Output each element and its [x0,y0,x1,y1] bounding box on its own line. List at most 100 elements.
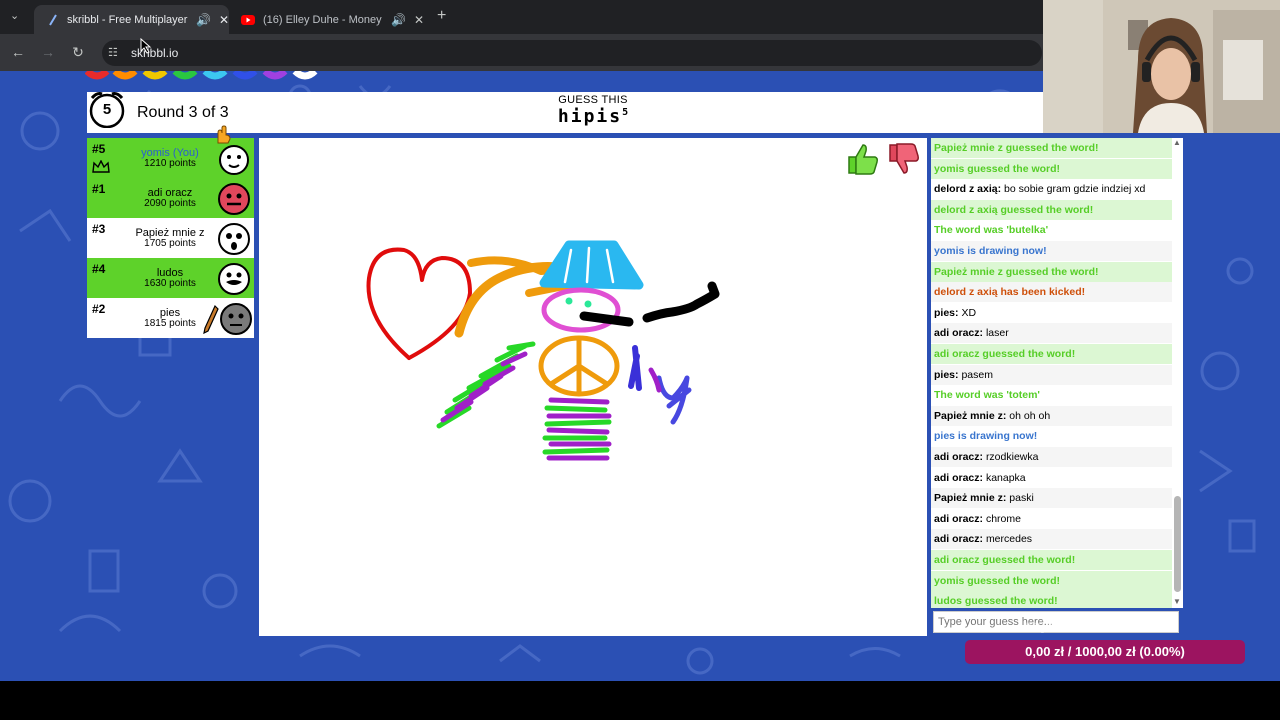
chat-text: paski [1009,492,1034,505]
tab-title: skribbl - Free Multiplayer D [67,13,188,26]
player-points: 1705 points [144,238,196,249]
player-avatar [218,183,250,215]
chat-message: delord z axią: bo sobie gram gdzie indzi… [931,179,1173,200]
tab-search-icon[interactable]: ⌄ [10,9,19,22]
chat-system-text: The word was 'totem' [934,389,1040,402]
chat-text: rzodkiewka [985,451,1039,463]
tab-skribbl[interactable]: skribbl - Free Multiplayer D 🔊 ✕ [34,5,229,34]
thumbs-down-icon[interactable] [886,141,922,177]
player-list: #5 yomis (You) 1210 points #1 adi oracz … [87,138,254,338]
chat-message: Papież mnie z guessed the word! [931,138,1173,158]
drawing-canvas[interactable] [259,138,927,636]
chat-message: pies: XD [931,302,1173,323]
chat-message: yomis is drawing now! [931,241,1173,261]
word-text: hipis [557,106,623,127]
guess-label: GUESS THIS [558,94,628,106]
chat-message: ludos guessed the word! [931,591,1173,608]
chat-system-text: adi oracz guessed the word! [934,554,1076,566]
skribbl-logo [85,71,318,80]
mouse-cursor-icon [140,38,152,54]
player-points: 1630 points [144,278,196,289]
player-row[interactable]: #4 ludos 1630 points [87,258,254,298]
address-bar[interactable] [102,40,1042,66]
chat-system-text: ludos guessed the word! [934,595,1058,608]
chat-author: adi oracz: [934,533,984,546]
chat-message: adi oracz: chrome [931,508,1173,529]
chat-author: delord z axią: [934,183,1002,196]
player-rank: #5 [92,142,106,156]
crown-icon [92,160,110,173]
chat-author: Papież mnie z: [934,492,1007,505]
chat-message: pies is drawing now! [931,426,1173,447]
chat-message: The word was 'totem' [931,385,1173,406]
chat-message: Papież mnie z: paski [931,488,1173,509]
webcam-image [1043,0,1280,133]
player-avatar [218,263,250,295]
chat-author: adi oracz: [934,327,984,340]
chat-author: adi oracz: [934,471,984,484]
player-rank: #2 [92,302,106,316]
chat-text: kanapka [985,471,1026,484]
chat-system-text: adi oracz guessed the word! [934,348,1076,360]
stream-overlay-text: najedzenie [1024,617,1101,633]
tab-youtube[interactable]: (16) Elley Duhe - Money On 🔊 ✕ [229,5,424,34]
player-row[interactable]: #1 adi oracz 2090 points [87,178,254,218]
chat-text: XD [961,306,977,319]
player-avatar [220,303,252,335]
chat-message: adi oracz guessed the word! [931,344,1173,364]
skribbl-favicon-icon [46,13,59,27]
chat-message: adi oracz: mercedes [931,529,1173,550]
close-icon[interactable]: ✕ [219,13,229,27]
scroll-down-icon[interactable]: ▼ [1173,597,1181,606]
player-rank: #1 [92,182,106,196]
chat-system-text: yomis guessed the word! [934,574,1061,587]
chat-message: pies: pasem [931,364,1173,385]
chat-author: pies: [934,306,959,319]
reload-icon[interactable]: ↻ [68,44,88,61]
drawing [366,240,720,461]
word-hint: hipis5 [540,106,646,127]
back-icon[interactable]: ← [8,44,28,60]
chat-text: pasem [961,368,993,381]
webcam-overlay [1043,0,1280,133]
chat-text: bo sobie gram gdzie indziej xd [1004,183,1146,196]
chat-message: adi oracz: laser [931,323,1173,344]
chat-system-text: Papież mnie z guessed the word! [934,265,1099,278]
chat-message: Papież mnie z guessed the word! [931,261,1173,282]
chat-message: yomis guessed the word! [931,158,1173,179]
close-icon[interactable]: ✕ [414,13,424,27]
chat-system-text: yomis guessed the word! [934,162,1061,175]
chat-system-text: delord z axią guessed the word! [934,203,1094,216]
player-points: 1210 points [144,158,196,169]
letterbox-bar [0,681,1280,720]
speaker-icon[interactable]: 🔊 [391,13,406,27]
tab-title: (16) Elley Duhe - Money On [263,13,383,26]
chat-message: delord z axią guessed the word! [931,199,1173,220]
chat-author: Papież mnie z: [934,409,1007,422]
chat-author: adi oracz: [934,512,984,525]
scroll-up-icon[interactable]: ▲ [1173,138,1181,147]
player-row[interactable]: #3 Papież mnie z 1705 points [87,218,254,258]
speaker-icon[interactable]: 🔊 [196,13,211,27]
site-settings-icon[interactable]: ☷ [108,46,118,59]
thumbs-up-icon[interactable] [845,141,881,177]
chat-box: Papież mnie z guessed the word! yomis gue… [931,138,1183,608]
forward-icon[interactable]: → [38,44,58,60]
player-row[interactable]: #2 pies 1815 points [87,298,254,338]
new-tab-button[interactable]: + [437,7,446,25]
player-rank: #3 [92,222,106,236]
chat-author: pies: [934,368,959,381]
chat-text: mercedes [985,533,1033,546]
chat-system-text: delord z axią has been kicked! [934,286,1086,299]
chat-text: laser [985,327,1009,340]
chat-message: delord z axią has been kicked! [931,282,1173,303]
chat-message: Papież mnie z: oh oh oh [931,405,1173,426]
url-text[interactable]: skribbl.io [131,46,178,60]
youtube-favicon-icon [241,13,255,27]
player-avatar [218,223,250,255]
hand-pointer-icon [217,125,231,144]
chat-message: yomis guessed the word! [931,570,1173,591]
chat-scrollbar[interactable] [1174,496,1181,592]
chat-system-text: Papież mnie z guessed the word! [934,142,1099,154]
chat-system-text: yomis is drawing now! [934,245,1047,257]
